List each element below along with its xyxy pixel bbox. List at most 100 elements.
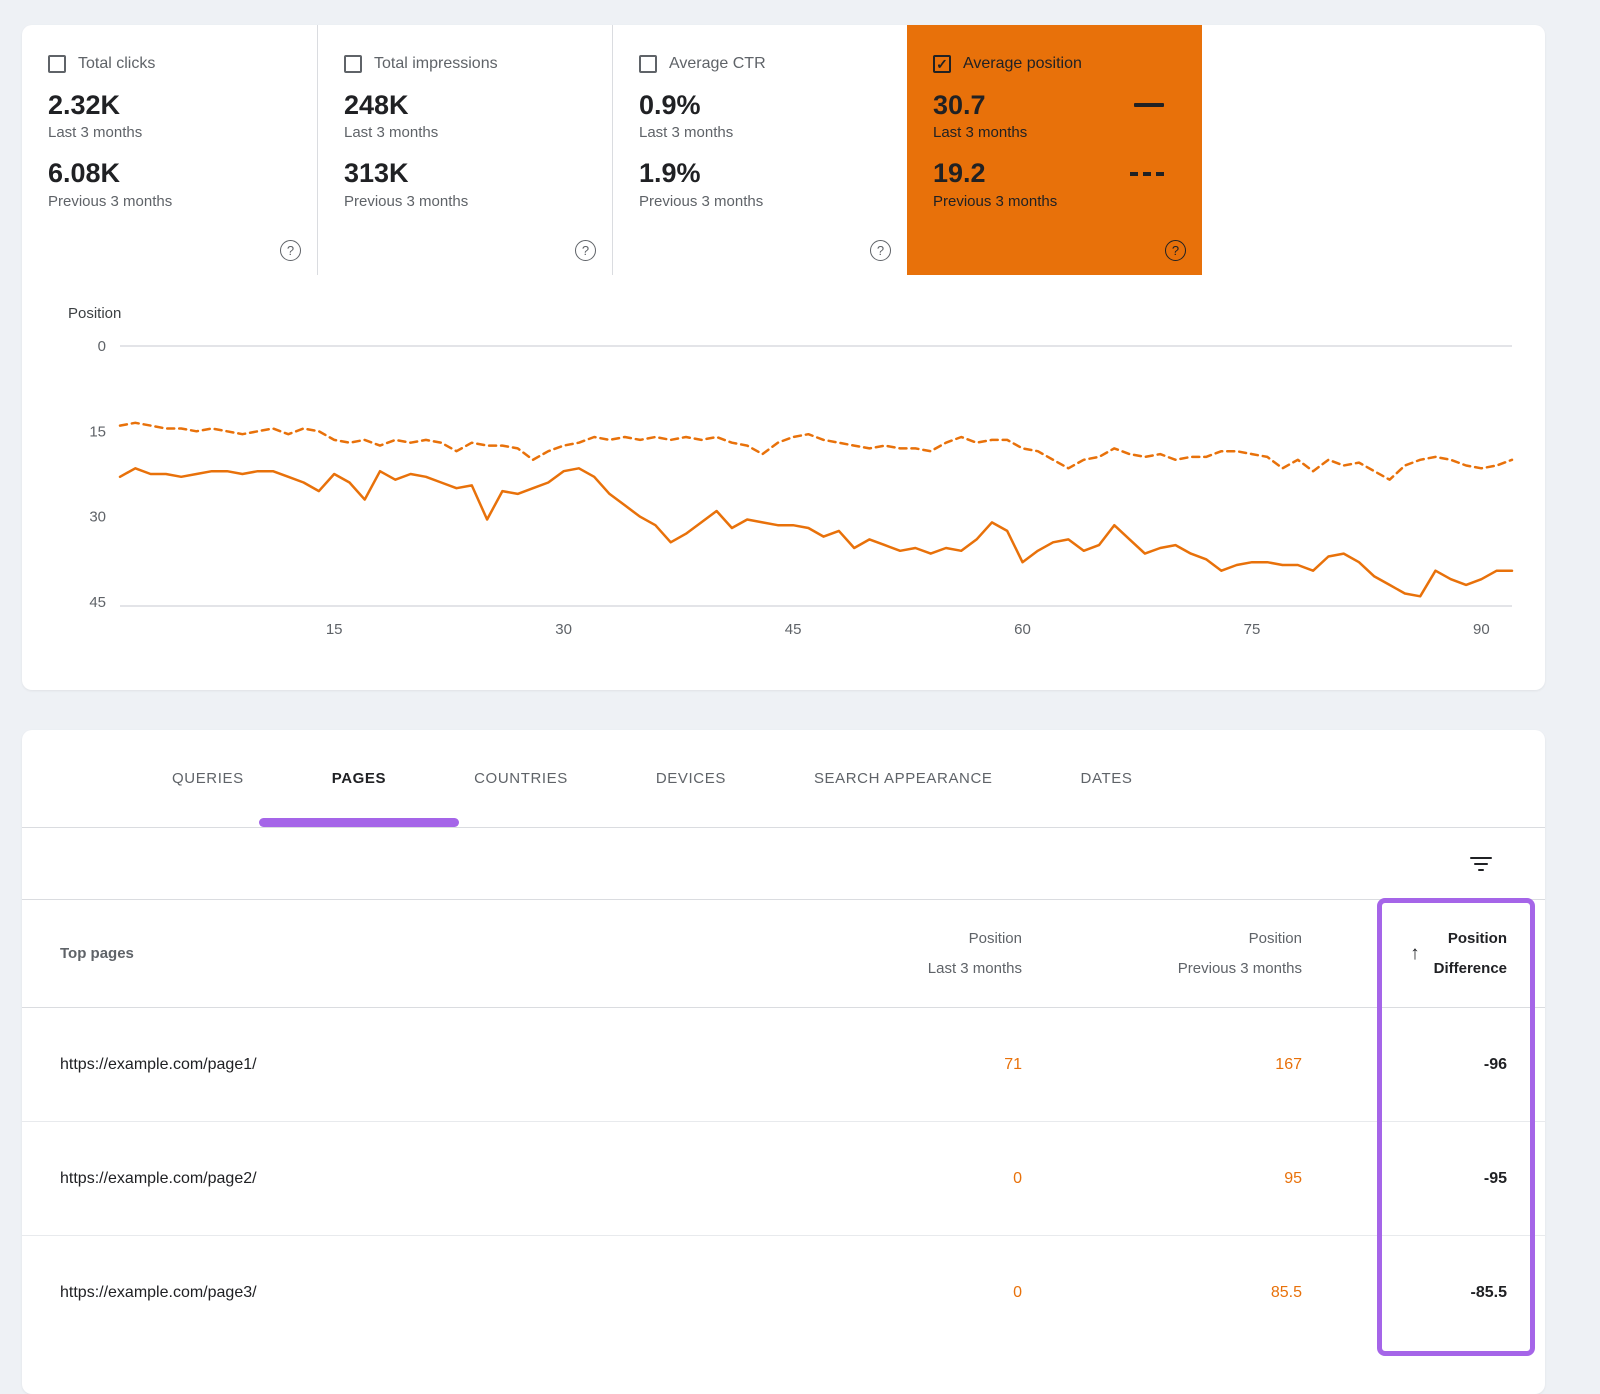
svg-text:0: 0 — [98, 338, 106, 355]
tab-devices[interactable]: DEVICES — [612, 730, 770, 827]
filter-icon[interactable] — [1469, 855, 1493, 873]
metric-previous-value: 1.9% — [639, 157, 887, 189]
checkbox-unchecked-icon[interactable] — [48, 55, 66, 73]
tab-dates[interactable]: DATES — [1037, 730, 1177, 827]
page-url[interactable]: https://example.com/page1/ — [60, 1056, 772, 1074]
metric-card-header: Total impressions — [344, 55, 592, 73]
table-header-row: Top pages Position Last 3 months Positio… — [22, 900, 1545, 1008]
top-pages-table: Top pages Position Last 3 months Positio… — [22, 900, 1545, 1350]
position-last-3-months-value: 0 — [772, 1284, 1022, 1302]
checkbox-checked-icon[interactable]: ✓ — [933, 55, 951, 73]
metric-card-header: Total clicks — [48, 55, 297, 73]
metric-card-average-position[interactable]: ✓ Average position 30.7 Last 3 months 19… — [907, 25, 1202, 275]
page-url[interactable]: https://example.com/page3/ — [60, 1284, 772, 1302]
svg-text:60: 60 — [1014, 621, 1031, 638]
column-header-line: Last 3 months — [772, 954, 1022, 984]
metric-card-header: Average CTR — [639, 55, 887, 73]
column-header-line: Position — [1434, 924, 1507, 954]
svg-text:90: 90 — [1473, 621, 1490, 638]
metric-label: Average CTR — [669, 55, 766, 73]
active-tab-indicator — [259, 818, 459, 827]
svg-text:30: 30 — [555, 621, 572, 638]
table-row[interactable]: https://example.com/page3/ 0 85.5 -85.5 — [22, 1236, 1545, 1350]
metric-current-period: Last 3 months — [933, 124, 1182, 141]
position-line-chart: 0 15 30 45 15 30 45 60 75 90 — [68, 330, 1531, 649]
metric-current-period: Last 3 months — [639, 124, 887, 141]
tab-pages[interactable]: PAGES — [288, 730, 430, 827]
metric-current-value: 30.7 — [933, 89, 986, 121]
performance-card: Total clicks 2.32K Last 3 months 6.08K P… — [22, 25, 1545, 690]
help-icon[interactable]: ? — [575, 240, 596, 261]
position-difference-value: -95 — [1302, 1170, 1507, 1188]
metric-previous-period: Previous 3 months — [639, 193, 887, 210]
metric-current-period: Last 3 months — [48, 124, 297, 141]
dashed-line-legend-icon — [1130, 172, 1164, 176]
tab-label: QUERIES — [172, 770, 244, 787]
column-header-line: Position — [772, 924, 1022, 954]
help-icon[interactable]: ? — [870, 240, 891, 261]
svg-text:15: 15 — [326, 621, 343, 638]
position-chart-section: Position 0 15 30 45 15 30 45 60 75 90 — [22, 275, 1545, 649]
column-header-position-previous-3-months[interactable]: Position Previous 3 months — [1022, 924, 1302, 984]
column-header-position-last-3-months[interactable]: Position Last 3 months — [772, 924, 1022, 984]
column-header-line: Difference — [1434, 954, 1507, 984]
metric-card-total-impressions[interactable]: Total impressions 248K Last 3 months 313… — [317, 25, 612, 275]
column-header-lines: Position Difference — [1434, 924, 1507, 984]
table-row[interactable]: https://example.com/page1/ 71 167 -96 — [22, 1008, 1545, 1122]
metric-value-row: 30.7 — [933, 89, 1182, 121]
metric-card-header: ✓ Average position — [933, 55, 1182, 73]
position-last-3-months-value: 0 — [772, 1170, 1022, 1188]
position-difference-value: -96 — [1302, 1056, 1507, 1074]
tab-label: DATES — [1081, 770, 1133, 787]
dimension-tabs: QUERIES PAGES COUNTRIES DEVICES SEARCH A… — [22, 730, 1545, 828]
metric-value-row: 19.2 — [933, 157, 1182, 189]
metric-previous-period: Previous 3 months — [933, 193, 1182, 210]
metric-card-total-clicks[interactable]: Total clicks 2.32K Last 3 months 6.08K P… — [22, 25, 317, 275]
page-url[interactable]: https://example.com/page2/ — [60, 1170, 772, 1188]
svg-text:15: 15 — [89, 423, 106, 440]
column-header-line: Previous 3 months — [1022, 954, 1302, 984]
metric-previous-period: Previous 3 months — [48, 193, 297, 210]
metric-label: Total impressions — [374, 55, 498, 73]
tab-search-appearance[interactable]: SEARCH APPEARANCE — [770, 730, 1037, 827]
metric-previous-period: Previous 3 months — [344, 193, 592, 210]
position-previous-3-months-value: 167 — [1022, 1056, 1302, 1074]
svg-text:45: 45 — [89, 594, 106, 611]
tab-label: SEARCH APPEARANCE — [814, 770, 993, 787]
sort-ascending-icon: ↑ — [1410, 935, 1420, 973]
svg-text:45: 45 — [785, 621, 802, 638]
svg-text:30: 30 — [89, 509, 106, 526]
table-toolbar — [22, 828, 1545, 900]
metric-card-average-ctr[interactable]: Average CTR 0.9% Last 3 months 1.9% Prev… — [612, 25, 907, 275]
position-previous-3-months-value: 85.5 — [1022, 1284, 1302, 1302]
tab-queries[interactable]: QUERIES — [128, 730, 288, 827]
dimension-table-card: QUERIES PAGES COUNTRIES DEVICES SEARCH A… — [22, 730, 1545, 1394]
metric-previous-value: 6.08K — [48, 157, 297, 189]
column-header-top-pages[interactable]: Top pages — [60, 939, 772, 969]
help-icon[interactable]: ? — [1165, 240, 1186, 261]
checkbox-unchecked-icon[interactable] — [344, 55, 362, 73]
table-row[interactable]: https://example.com/page2/ 0 95 -95 — [22, 1122, 1545, 1236]
svg-text:75: 75 — [1244, 621, 1261, 638]
tab-label: PAGES — [332, 770, 386, 787]
metric-label: Total clicks — [78, 55, 155, 73]
metric-previous-value: 19.2 — [933, 157, 986, 189]
metric-current-value: 0.9% — [639, 89, 887, 121]
help-icon[interactable]: ? — [280, 240, 301, 261]
checkbox-unchecked-icon[interactable] — [639, 55, 657, 73]
column-header-position-difference[interactable]: ↑ Position Difference — [1302, 924, 1507, 984]
metric-cards-row: Total clicks 2.32K Last 3 months 6.08K P… — [22, 25, 1545, 275]
metric-current-period: Last 3 months — [344, 124, 592, 141]
solid-line-legend-icon — [1134, 103, 1164, 107]
tab-label: COUNTRIES — [474, 770, 568, 787]
chart-y-axis-title: Position — [68, 305, 1531, 322]
position-last-3-months-value: 71 — [772, 1056, 1022, 1074]
metric-previous-value: 313K — [344, 157, 592, 189]
position-difference-value: -85.5 — [1302, 1284, 1507, 1302]
tab-label: DEVICES — [656, 770, 726, 787]
metric-current-value: 248K — [344, 89, 592, 121]
metric-label: Average position — [963, 55, 1082, 73]
metric-current-value: 2.32K — [48, 89, 297, 121]
tab-countries[interactable]: COUNTRIES — [430, 730, 612, 827]
position-previous-3-months-value: 95 — [1022, 1170, 1302, 1188]
